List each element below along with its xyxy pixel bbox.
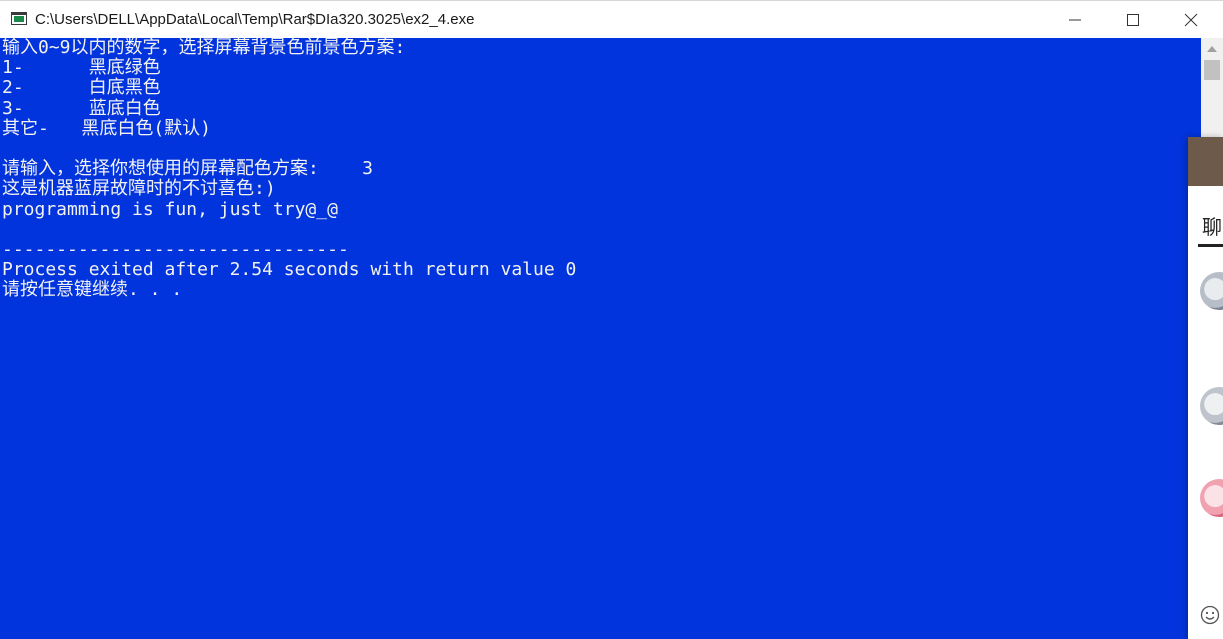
close-button[interactable] <box>1162 1 1220 39</box>
close-icon <box>1184 13 1198 27</box>
avatar[interactable] <box>1200 387 1223 425</box>
console-window: C:\Users\DELL\AppData\Local\Temp\Rar$DIa… <box>0 0 1223 639</box>
console-line: 3- 蓝底白色 <box>2 97 161 119</box>
emoji-icon[interactable] <box>1200 605 1220 625</box>
maximize-icon <box>1127 14 1139 26</box>
console-line: 请按任意键继续. . . <box>2 279 183 301</box>
console-line: -------------------------------- <box>2 239 349 261</box>
console-output-area[interactable]: 输入0~9以内的数字，选择屏幕背景色前景色方案: 1- 黑底绿色 2- 白底黑色… <box>0 38 1201 639</box>
console-line: 请输入，选择你想使用的屏幕配色方案: 3 <box>2 158 374 180</box>
maximize-button[interactable] <box>1104 1 1162 39</box>
scrollbar-thumb[interactable] <box>1204 60 1220 80</box>
minimize-icon <box>1069 19 1081 21</box>
console-line: 这是机器蓝屏故障时的不讨喜色:) <box>2 178 276 200</box>
window-title: C:\Users\DELL\AppData\Local\Temp\Rar$DIa… <box>35 11 475 28</box>
minimize-button[interactable] <box>1046 1 1104 39</box>
console-line: programming is fun, just try@_@ <box>2 198 338 220</box>
chat-panel-header <box>1188 137 1223 186</box>
screen: C:\Users\DELL\AppData\Local\Temp\Rar$DIa… <box>0 0 1223 639</box>
console-line: 其它- 黑底白色(默认) <box>2 117 212 139</box>
console-app-icon <box>11 12 27 25</box>
active-tab-indicator <box>1198 244 1223 247</box>
console-output: 输入0~9以内的数字，选择屏幕背景色前景色方案: 1- 黑底绿色 2- 白底黑色… <box>2 38 576 301</box>
title-bar[interactable]: C:\Users\DELL\AppData\Local\Temp\Rar$DIa… <box>0 0 1223 38</box>
console-line: 输入0~9以内的数字，选择屏幕背景色前景色方案: <box>2 38 406 58</box>
console-line: Process exited after 2.54 seconds with r… <box>2 259 577 281</box>
console-line: 2- 白底黑色 <box>2 77 161 99</box>
scroll-up-arrow-icon[interactable] <box>1207 46 1217 52</box>
background-chat-panel: 聊 <box>1188 137 1223 639</box>
avatar[interactable] <box>1200 479 1223 517</box>
avatar[interactable] <box>1200 272 1223 310</box>
console-line: 1- 黑底绿色 <box>2 57 161 79</box>
chat-tab-label[interactable]: 聊 <box>1202 211 1222 240</box>
